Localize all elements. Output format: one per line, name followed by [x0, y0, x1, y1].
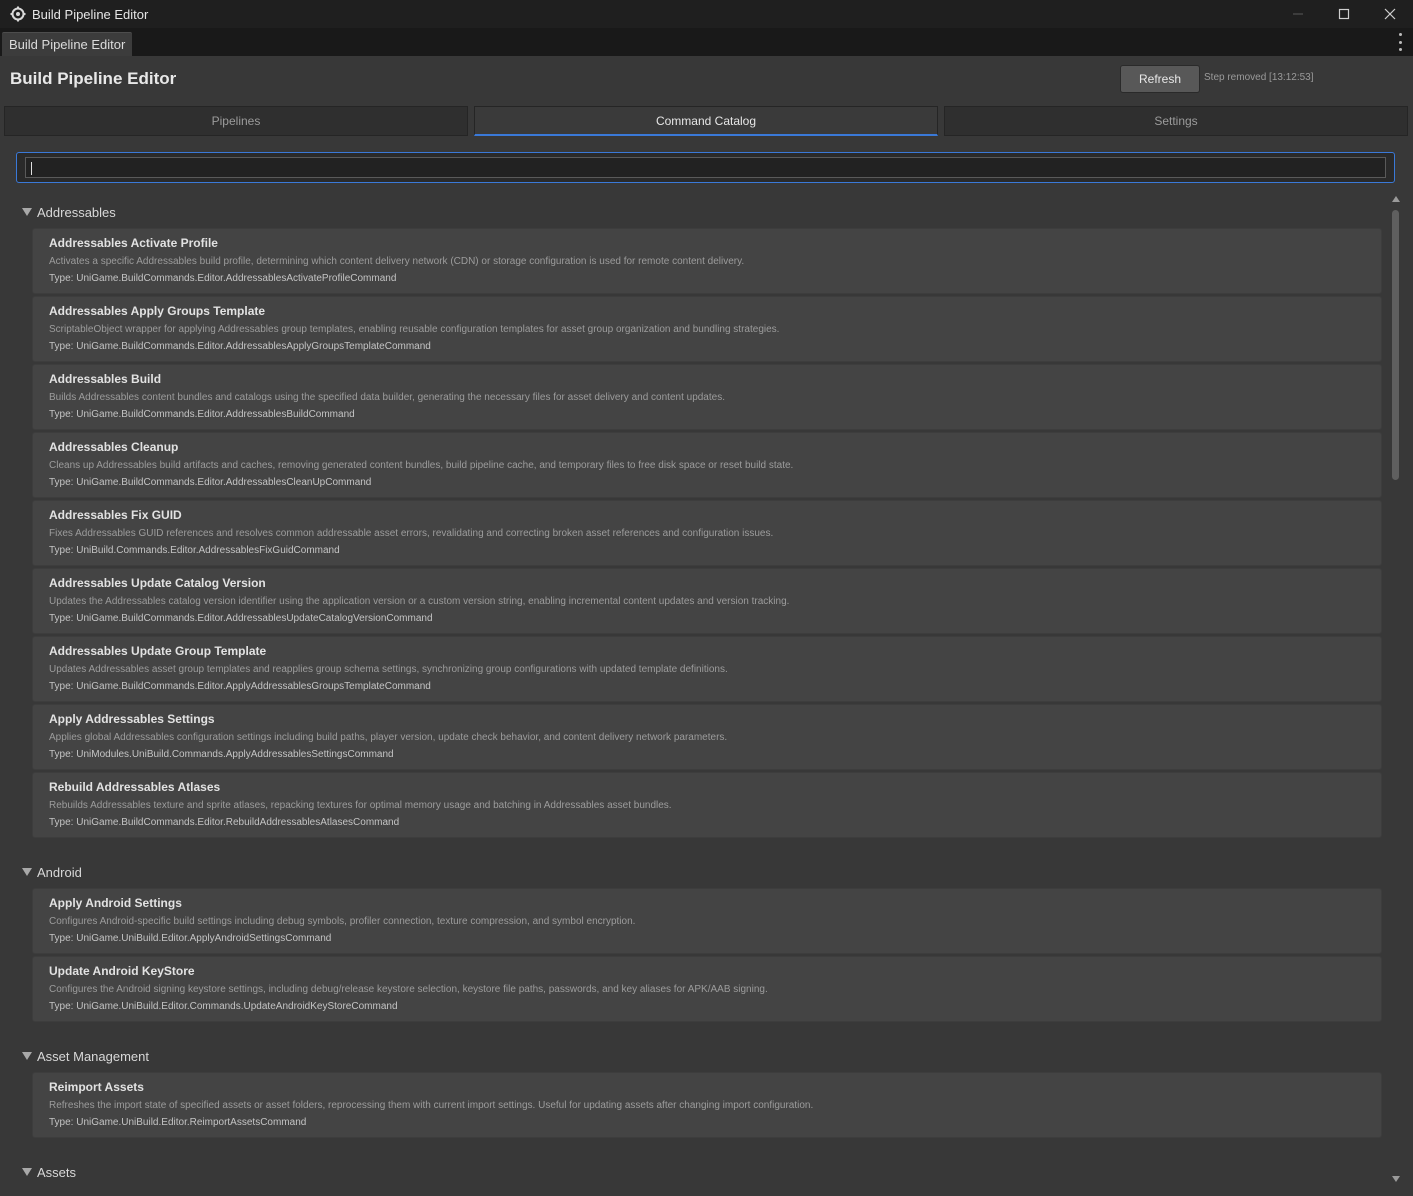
unity-cog-icon	[10, 6, 26, 22]
text-caret	[31, 162, 32, 175]
command-card[interactable]: Addressables Cleanup Cleans up Addressabl…	[32, 432, 1382, 498]
refresh-button[interactable]: Refresh	[1120, 65, 1200, 93]
command-description: Builds Addressables content bundles and …	[49, 392, 725, 403]
category-section: Assets	[0, 1156, 1388, 1188]
dock-tab-build-pipeline-editor[interactable]: Build Pipeline Editor	[2, 32, 133, 56]
tab-command-catalog[interactable]: Command Catalog	[474, 106, 938, 136]
command-type: Type: UniGame.UniBuild.Editor.ApplyAndro…	[49, 933, 332, 944]
command-type: Type: UniGame.BuildCommands.Editor.Addre…	[49, 273, 397, 284]
command-list: Apply Android Settings Configures Android…	[0, 888, 1388, 1022]
foldout-arrow-icon[interactable]	[22, 1052, 32, 1060]
command-type: Type: UniGame.UniBuild.Editor.ReimportAs…	[49, 1117, 307, 1128]
vertical-scrollbar[interactable]	[1389, 196, 1403, 1182]
command-card[interactable]: Addressables Apply Groups Template Script…	[32, 296, 1382, 362]
category-section: Addressables Addressables Activate Profil…	[0, 196, 1388, 856]
command-card[interactable]: Reimport Assets Refreshes the import stat…	[32, 1072, 1382, 1138]
command-type: Type: UniGame.BuildCommands.Editor.Rebui…	[49, 817, 400, 828]
command-name: Rebuild Addressables Atlases	[49, 780, 221, 794]
command-card[interactable]: Addressables Update Catalog Version Updat…	[32, 568, 1382, 634]
category-section: Android Apply Android Settings Configures …	[0, 856, 1388, 1040]
close-button[interactable]	[1367, 0, 1413, 28]
command-name: Apply Addressables Settings	[49, 712, 215, 726]
command-name: Addressables Update Group Template	[49, 644, 267, 658]
scroll-down-arrow-icon[interactable]	[1392, 1176, 1400, 1182]
window-controls	[1275, 0, 1413, 28]
page-title: Build Pipeline Editor	[10, 69, 177, 88]
command-catalog-list: Addressables Addressables Activate Profil…	[0, 196, 1388, 1196]
command-name: Addressables Cleanup	[49, 440, 179, 454]
category-label: Addressables	[37, 204, 116, 220]
command-name: Apply Android Settings	[49, 896, 182, 910]
category-header[interactable]: Asset Management	[0, 1040, 1388, 1072]
category-label: Android	[37, 864, 82, 880]
category-header[interactable]: Android	[0, 856, 1388, 888]
status-text: Step removed [13:12:53]	[1204, 72, 1314, 83]
command-type: Type: UniGame.BuildCommands.Editor.Addre…	[49, 409, 355, 420]
command-type: Type: UniGame.UniBuild.Editor.Commands.U…	[49, 1001, 398, 1012]
tab-pipelines[interactable]: Pipelines	[4, 106, 468, 136]
dock-tab-strip: Build Pipeline Editor	[0, 28, 1413, 56]
command-card[interactable]: Update Android KeyStore Configures the An…	[32, 956, 1382, 1022]
command-name: Addressables Fix GUID	[49, 508, 182, 522]
search-field-container	[16, 152, 1395, 183]
command-name: Addressables Build	[49, 372, 162, 386]
more-options-icon[interactable]	[1397, 33, 1403, 51]
scroll-up-arrow-icon[interactable]	[1392, 196, 1400, 202]
window-title: Build Pipeline Editor	[32, 6, 149, 22]
command-description: Configures the Android signing keystore …	[49, 984, 768, 995]
minimize-button[interactable]	[1275, 0, 1321, 28]
editor-header: Build Pipeline Editor Refresh Step remov…	[0, 56, 1413, 104]
command-list: Addressables Activate Profile Activates a…	[0, 228, 1388, 838]
command-name: Addressables Apply Groups Template	[49, 304, 266, 318]
command-name: Update Android KeyStore	[49, 964, 195, 978]
command-description: Configures Android-specific build settin…	[49, 916, 636, 927]
scroll-thumb[interactable]	[1392, 210, 1399, 480]
category-spacer	[0, 840, 1388, 856]
command-card[interactable]: Rebuild Addressables Atlases Rebuilds Add…	[32, 772, 1382, 838]
command-card[interactable]: Apply Addressables Settings Applies globa…	[32, 704, 1382, 770]
search-input[interactable]	[25, 157, 1386, 178]
maximize-button[interactable]	[1321, 0, 1367, 28]
command-name: Addressables Update Catalog Version	[49, 576, 266, 590]
command-card[interactable]: Addressables Build Builds Addressables co…	[32, 364, 1382, 430]
command-type: Type: UniGame.BuildCommands.Editor.Addre…	[49, 613, 433, 624]
category-spacer	[0, 1024, 1388, 1040]
command-card[interactable]: Addressables Update Group Template Update…	[32, 636, 1382, 702]
command-name: Reimport Assets	[49, 1080, 144, 1094]
command-description: Activates a specific Addressables build …	[49, 256, 745, 267]
command-card[interactable]: Apply Android Settings Configures Android…	[32, 888, 1382, 954]
command-description: Applies global Addressables configuratio…	[49, 732, 728, 743]
category-label: Assets	[37, 1164, 77, 1180]
command-description: Refreshes the import state of specified …	[49, 1100, 814, 1111]
category-section: Asset Management Reimport Assets Refreshes…	[0, 1040, 1388, 1156]
command-description: Cleans up Addressables build artifacts a…	[49, 460, 794, 471]
maximize-icon	[1338, 8, 1350, 20]
minimize-icon	[1293, 13, 1303, 15]
command-type: Type: UniModules.UniBuild.Commands.Apply…	[49, 749, 394, 760]
command-description: Updates the Addressables catalog version…	[49, 596, 790, 607]
category-spacer	[0, 1140, 1388, 1156]
foldout-arrow-icon[interactable]	[22, 208, 32, 216]
command-description: Updates Addressables asset group templat…	[49, 664, 728, 675]
command-type: Type: UniBuild.Commands.Editor.Addressab…	[49, 545, 340, 556]
command-description: ScriptableObject wrapper for applying Ad…	[49, 324, 780, 335]
command-type: Type: UniGame.BuildCommands.Editor.Apply…	[49, 681, 431, 692]
command-type: Type: UniGame.BuildCommands.Editor.Addre…	[49, 341, 431, 352]
command-name: Addressables Activate Profile	[49, 236, 218, 250]
category-header[interactable]: Assets	[0, 1156, 1388, 1188]
command-list: Reimport Assets Refreshes the import stat…	[0, 1072, 1388, 1138]
window-title-bar: Build Pipeline Editor	[0, 0, 1413, 28]
main-tab-bar: Pipelines Command Catalog Settings	[0, 104, 1413, 136]
foldout-arrow-icon[interactable]	[22, 1168, 32, 1176]
command-description: Fixes Addressables GUID references and r…	[49, 528, 774, 539]
command-card[interactable]: Addressables Activate Profile Activates a…	[32, 228, 1382, 294]
command-description: Rebuilds Addressables texture and sprite…	[49, 800, 672, 811]
tab-settings[interactable]: Settings	[944, 106, 1408, 136]
category-label: Asset Management	[37, 1048, 150, 1064]
category-header[interactable]: Addressables	[0, 196, 1388, 228]
foldout-arrow-icon[interactable]	[22, 868, 32, 876]
close-icon	[1384, 8, 1396, 20]
command-type: Type: UniGame.BuildCommands.Editor.Addre…	[49, 477, 372, 488]
command-card[interactable]: Addressables Fix GUID Fixes Addressables …	[32, 500, 1382, 566]
